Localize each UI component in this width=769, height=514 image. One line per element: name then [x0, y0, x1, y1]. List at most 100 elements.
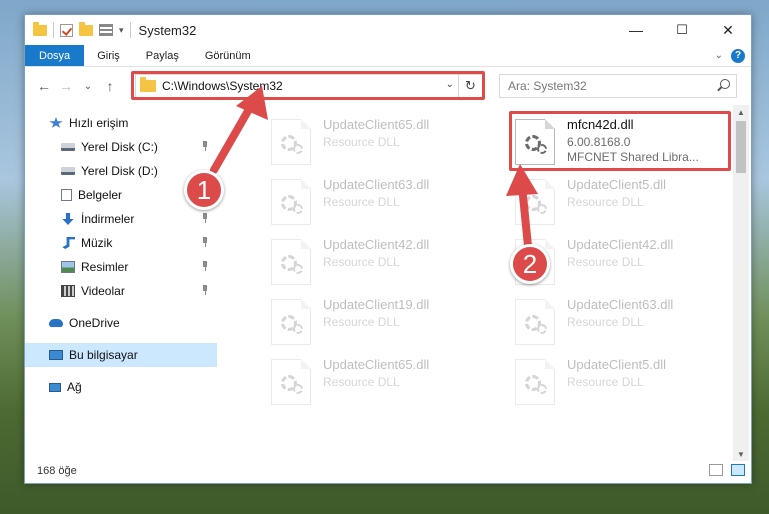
videos-icon [61, 285, 75, 297]
search-input[interactable]: Ara: System32 [508, 79, 587, 93]
file-item[interactable]: UpdateClient5.dll Resource DLL [505, 173, 735, 231]
file-highlight-box [509, 111, 731, 171]
file-type: Resource DLL [567, 255, 644, 269]
sidebar-item-0[interactable]: Hızlı erişim [25, 111, 217, 135]
vertical-scrollbar[interactable]: ▲ ▼ [733, 105, 749, 461]
star-icon [49, 117, 63, 128]
properties-icon[interactable] [99, 24, 113, 36]
file-name: UpdateClient65.dll [323, 357, 430, 372]
explorer-window: ▾ System32 — ☐ ✕ Dosya Giriş Paylaş Görü… [24, 14, 752, 484]
file-name: UpdateClient42.dll [567, 237, 674, 252]
ribbon-tabs: Dosya Giriş Paylaş Görünüm ⌄ ? [25, 45, 751, 67]
scroll-thumb[interactable] [736, 121, 746, 173]
tiles-view-icon[interactable] [731, 464, 745, 476]
file-text: UpdateClient65.dll Resource DLL [323, 117, 429, 149]
file-type: Resource DLL [567, 315, 644, 329]
divider [53, 22, 54, 38]
tab-file[interactable]: Dosya [25, 45, 85, 66]
scroll-up-icon[interactable]: ▲ [733, 105, 749, 119]
close-button[interactable]: ✕ [705, 15, 751, 45]
sidebar-item-label: İndirmeler [81, 212, 135, 226]
recent-locations-button[interactable]: ⌄ [77, 81, 99, 92]
pictures-icon [61, 261, 75, 273]
navigation-pane: Hızlı erişim Yerel Disk (C:) Yerel Disk (D… [25, 111, 217, 451]
file-item[interactable]: UpdateClient65.dll Resource DLL [261, 113, 493, 171]
back-button[interactable]: ← [33, 78, 55, 94]
file-item[interactable]: UpdateClient65.dll Resource DLL [261, 353, 493, 411]
dll-file-icon [515, 359, 555, 405]
file-item[interactable]: UpdateClient63.dll Resource DLL [261, 173, 493, 231]
sidebar-item-11[interactable]: Bu bilgisayar [25, 343, 217, 367]
cloud-icon [49, 319, 63, 327]
file-item[interactable]: UpdateClient42.dll Resource DLL [261, 233, 493, 291]
file-type: Resource DLL [567, 195, 644, 209]
file-name: UpdateClient63.dll [567, 297, 674, 312]
dll-file-icon [271, 359, 311, 405]
file-name: UpdateClient42.dll [323, 237, 430, 252]
search-box[interactable]: Ara: System32 [499, 74, 737, 98]
sidebar-item-9[interactable]: OneDrive [25, 311, 217, 335]
sidebar-item-4[interactable]: İndirmeler [25, 207, 217, 231]
file-list: UpdateClient65.dll Resource DLL mfcn42d.dl… [221, 103, 735, 451]
file-type: Resource DLL [567, 375, 644, 389]
maximize-button[interactable]: ☐ [659, 15, 705, 45]
expand-ribbon-icon[interactable]: ⌄ [715, 50, 723, 61]
help-icon[interactable]: ? [731, 48, 745, 63]
file-name: UpdateClient63.dll [323, 177, 430, 192]
minimize-button[interactable]: — [613, 15, 659, 45]
file-type: Resource DLL [323, 195, 400, 209]
drive-icon [61, 143, 75, 151]
new-folder-icon[interactable] [79, 21, 93, 36]
download-icon [62, 213, 74, 225]
music-icon [62, 237, 75, 249]
file-text: UpdateClient63.dll Resource DLL [567, 297, 673, 329]
tab-home[interactable]: Giriş [84, 45, 133, 66]
file-item[interactable]: UpdateClient5.dll Resource DLL [505, 353, 735, 411]
sidebar-item-7[interactable]: Videolar [25, 279, 217, 303]
sidebar-item-6[interactable]: Resimler [25, 255, 217, 279]
ribbon-right: ⌄ ? [715, 45, 751, 66]
navigation-bar: ← → ⌄ ↑ C:\Windows\System32 ⌄ ↻ Ara: Sys… [25, 71, 751, 101]
customize-toolbar-icon[interactable]: ▾ [119, 25, 124, 36]
drive-icon [61, 167, 75, 175]
file-text: UpdateClient5.dll Resource DLL [567, 177, 666, 209]
properties-check-icon[interactable] [60, 23, 73, 37]
pin-icon [201, 237, 209, 247]
dll-file-icon [515, 299, 555, 345]
address-bar[interactable]: C:\Windows\System32 ⌄ ↻ [135, 74, 483, 98]
tab-share[interactable]: Paylaş [133, 45, 192, 66]
quick-access-toolbar: ▾ [25, 21, 131, 38]
window-title: System32 [138, 22, 197, 38]
refresh-button[interactable]: ↻ [458, 75, 482, 97]
up-button[interactable]: ↑ [99, 78, 121, 94]
dll-file-icon [271, 119, 311, 165]
dll-file-icon [271, 239, 311, 285]
sidebar-item-label: Videolar [81, 284, 125, 298]
forward-button[interactable]: → [55, 78, 77, 94]
sidebar-item-13[interactable]: Ağ [25, 375, 217, 399]
sidebar-item-5[interactable]: Müzik [25, 231, 217, 255]
sidebar-item-label: Belgeler [78, 188, 123, 202]
file-item[interactable]: UpdateClient19.dll Resource DLL [261, 293, 493, 351]
file-item[interactable]: UpdateClient63.dll Resource DLL [505, 293, 735, 351]
dll-file-icon [271, 179, 311, 225]
pin-icon [201, 261, 209, 271]
file-name: UpdateClient5.dll [567, 357, 667, 372]
sidebar-item-label: Hızlı erişim [69, 116, 129, 130]
address-path[interactable]: C:\Windows\System32 [162, 79, 283, 93]
file-type: Resource DLL [323, 255, 400, 269]
address-dropdown-icon[interactable]: ⌄ [446, 79, 454, 90]
tab-view[interactable]: Görünüm [192, 45, 264, 66]
title-bar: ▾ System32 — ☐ ✕ [25, 15, 751, 45]
file-text: UpdateClient19.dll Resource DLL [323, 297, 429, 329]
sidebar-item-1[interactable]: Yerel Disk (C:) [25, 135, 217, 159]
details-view-icon[interactable] [709, 464, 723, 476]
file-text: UpdateClient42.dll Resource DLL [323, 237, 429, 269]
file-name: UpdateClient5.dll [567, 177, 667, 192]
pin-icon [201, 141, 209, 151]
file-text: UpdateClient65.dll Resource DLL [323, 357, 429, 389]
search-icon[interactable] [720, 79, 730, 89]
pin-icon [201, 213, 209, 223]
